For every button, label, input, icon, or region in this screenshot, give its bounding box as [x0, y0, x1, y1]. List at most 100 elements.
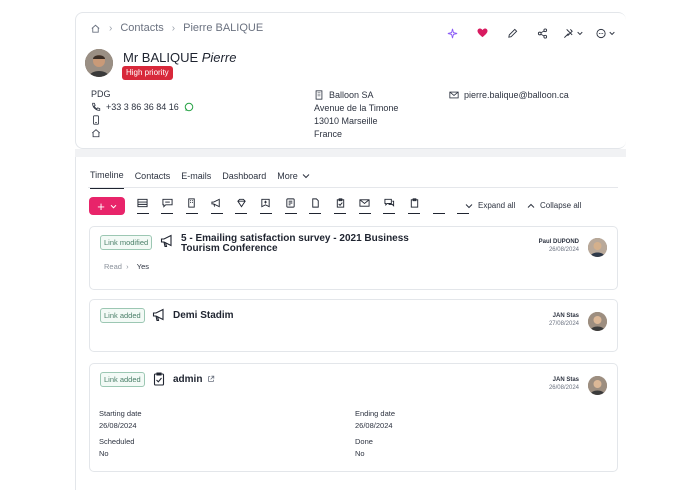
address-line1: Avenue de la Timone — [314, 102, 399, 113]
field-value: No — [355, 449, 365, 458]
item-date: 26/08/2024 — [548, 247, 579, 253]
priority-badge: High priority — [122, 66, 173, 80]
timeline-item-title[interactable]: admin — [173, 375, 202, 385]
filter-comment-icon[interactable] — [160, 198, 175, 214]
mobile-icon — [91, 114, 101, 125]
title-line: Tourism Conference — [181, 243, 278, 254]
megaphone-icon — [160, 234, 174, 248]
external-link-icon[interactable] — [207, 375, 215, 383]
tab-label: Contacts — [134, 171, 171, 181]
field-value: 26/08/2024 — [355, 421, 393, 430]
chevron-right-icon: › — [109, 22, 113, 34]
chevron-right-icon: › — [124, 262, 131, 271]
item-date: 27/08/2024 — [548, 321, 579, 327]
filter-campaign-icon[interactable] — [209, 198, 224, 214]
mail-icon — [449, 90, 459, 100]
section-divider — [75, 149, 626, 157]
filter-email-icon[interactable] — [357, 198, 372, 214]
item-date: 26/08/2024 — [548, 385, 579, 391]
link-badge: Link added — [100, 372, 145, 387]
timeline-item[interactable]: Link added Demi Stadim JAN Stas 27/08/20… — [89, 299, 618, 352]
filter-extra-1[interactable] — [431, 198, 446, 214]
clipboard-check-icon — [152, 372, 166, 386]
email-address[interactable]: pierre.balique@balloon.ca — [464, 89, 569, 101]
avatar — [588, 312, 607, 331]
link-badge: Link added — [100, 308, 145, 323]
end-date-field: Ending date 26/08/2024 — [355, 409, 395, 431]
field-label: Starting date — [99, 409, 142, 418]
filter-quote-icon[interactable] — [258, 198, 273, 214]
field-value: 26/08/2024 — [99, 421, 137, 430]
tab-label: Dashboard — [222, 171, 267, 181]
whatsapp-icon[interactable] — [184, 102, 194, 112]
author-info: JAN Stas 26/08/2024 — [549, 376, 579, 392]
read-status: Read › Yes — [104, 262, 149, 272]
megaphone-icon — [152, 308, 166, 322]
building-icon — [314, 89, 324, 100]
author-name: JAN Stas — [552, 377, 579, 383]
phone-icon — [91, 102, 101, 112]
tab-label: More — [277, 171, 298, 181]
field-label: Done — [355, 437, 373, 446]
chevron-up-icon — [527, 203, 535, 209]
job-title: PDG — [91, 88, 111, 99]
chevron-right-icon: › — [171, 22, 176, 34]
filter-document-icon[interactable] — [308, 198, 323, 214]
chevron-down-icon — [302, 173, 310, 179]
author-name: Paul DUPOND — [538, 239, 579, 245]
breadcrumb-contacts[interactable]: Contacts — [120, 22, 163, 34]
filter-company-icon[interactable] — [184, 198, 199, 214]
collapse-all-label: Collapse all — [540, 201, 582, 210]
author-name: JAN Stas — [552, 313, 579, 319]
start-date-field: Starting date 26/08/2024 — [99, 409, 142, 431]
home-icon[interactable] — [90, 23, 101, 34]
filter-clipboard-icon[interactable] — [407, 198, 422, 214]
filter-opportunity-icon[interactable] — [234, 198, 249, 214]
timeline-item[interactable]: Link added admin JAN Stas 26/08/2024 Sta… — [89, 363, 618, 472]
sparkle-icon[interactable] — [437, 25, 467, 41]
share-icon[interactable] — [527, 25, 557, 41]
timeline-item-title[interactable]: 5 - Emailing satisfaction survey - 2021 … — [181, 234, 441, 254]
address-country: France — [314, 128, 343, 139]
filter-list-icon[interactable] — [135, 198, 150, 214]
plus-icon: + — [97, 198, 105, 214]
timeline-item[interactable]: Link modified 5 - Emailing satisfaction … — [89, 226, 618, 290]
filter-task-icon[interactable] — [333, 198, 348, 214]
breadcrumb-current: Pierre BALIQUE — [183, 22, 264, 34]
tab-label: Timeline — [90, 170, 124, 180]
done-field: Done No — [355, 437, 373, 459]
expand-all-button[interactable]: Expand all — [465, 201, 515, 210]
status-label: Read — [104, 262, 122, 271]
field-label: Scheduled — [99, 437, 135, 446]
phone-number[interactable]: +33 3 86 36 84 16 — [106, 101, 179, 113]
avatar — [85, 49, 113, 77]
address-line2: 13010 Marseille — [314, 115, 378, 126]
more-options-button[interactable] — [591, 25, 623, 41]
home-icon — [91, 128, 101, 138]
author-info: Paul DUPOND 26/08/2024 — [539, 238, 579, 254]
tools-menu-button[interactable] — [557, 25, 591, 41]
scheduled-field: Scheduled No — [99, 437, 134, 459]
heart-icon[interactable] — [467, 25, 497, 41]
contact-first-name: Pierre — [201, 50, 237, 65]
collapse-all-button[interactable]: Collapse all — [527, 201, 581, 210]
filter-invoice-icon[interactable] — [283, 198, 298, 214]
field-value: No — [99, 449, 109, 458]
company-name[interactable]: Balloon SA — [329, 89, 374, 101]
timeline-item-title[interactable]: Demi Stadim — [173, 311, 234, 321]
header-actions — [437, 25, 623, 41]
contact-name: Mr BALIQUE Pierre — [123, 50, 236, 65]
tab-label: E-mails — [181, 171, 212, 181]
link-badge: Link modified — [100, 235, 153, 250]
timeline-toolbar: + — [89, 197, 481, 215]
field-label: Ending date — [355, 409, 396, 418]
add-button[interactable]: + — [89, 197, 125, 215]
avatar — [588, 376, 607, 395]
expand-all-label: Expand all — [478, 201, 516, 210]
edit-pencil-icon[interactable] — [497, 25, 527, 41]
chevron-down-icon — [465, 203, 473, 209]
contact-details: PDG +33 3 86 36 84 16 — [91, 87, 194, 139]
company-details: Balloon SA Avenue de la Timone 13010 Mar… — [314, 88, 398, 140]
author-info: JAN Stas 27/08/2024 — [549, 312, 579, 328]
filter-chat-icon[interactable] — [382, 198, 397, 214]
